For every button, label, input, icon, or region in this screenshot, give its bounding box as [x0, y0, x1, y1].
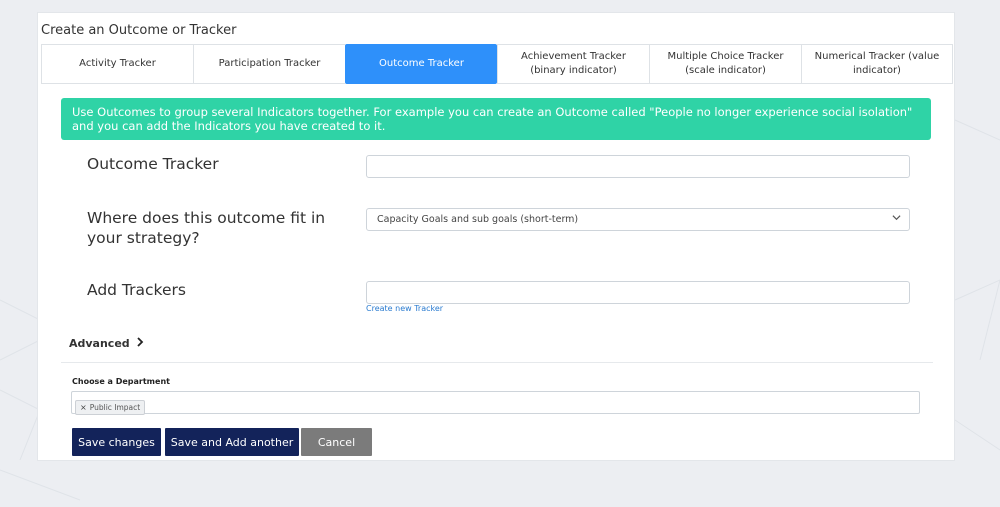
add-trackers-label: Add Trackers: [87, 281, 186, 299]
department-label: Choose a Department: [72, 377, 170, 386]
info-banner: Use Outcomes to group several Indicators…: [61, 98, 931, 140]
dialog-title: Create an Outcome or Tracker: [41, 23, 237, 38]
tab-numerical-label: Numerical Tracker (value indicator): [814, 51, 940, 76]
create-new-tracker-link[interactable]: Create new Tracker: [366, 304, 443, 313]
department-select[interactable]: × Public Impact: [71, 391, 920, 415]
tab-numerical-tracker[interactable]: Numerical Tracker (value indicator): [801, 44, 953, 84]
strategy-select[interactable]: Capacity Goals and sub goals (short-term…: [366, 208, 910, 231]
tracker-type-tabs: Activity Tracker Participation Tracker O…: [41, 44, 953, 84]
outcome-tracker-label: Outcome Tracker: [87, 155, 219, 173]
save-button[interactable]: Save changes: [72, 428, 161, 456]
advanced-label: Advanced: [69, 337, 130, 350]
divider: [61, 362, 933, 363]
outcome-tracker-input[interactable]: [366, 155, 910, 178]
create-outcome-dialog: Create an Outcome or Tracker Activity Tr…: [37, 12, 955, 461]
tab-participation-tracker[interactable]: Participation Tracker: [193, 44, 345, 84]
cancel-button[interactable]: Cancel: [301, 428, 372, 456]
department-tag: × Public Impact: [75, 400, 146, 415]
tab-achievement-tracker[interactable]: Achievement Tracker (binary indicator): [497, 44, 649, 84]
advanced-toggle[interactable]: Advanced: [69, 337, 144, 350]
chevron-right-icon: [136, 337, 144, 350]
department-tag-label: Public Impact: [89, 403, 141, 412]
remove-tag-icon[interactable]: ×: [80, 403, 87, 412]
tab-activity-tracker[interactable]: Activity Tracker: [41, 44, 193, 84]
chevron-down-icon: [892, 213, 901, 225]
strategy-selected-value: Capacity Goals and sub goals (short-term…: [377, 214, 579, 225]
tab-outcome-tracker[interactable]: Outcome Tracker: [345, 44, 497, 84]
add-trackers-input[interactable]: [366, 281, 910, 304]
tab-multiple-choice-label: Multiple Choice Tracker (scale indicator…: [667, 51, 784, 76]
tab-achievement-label: Achievement Tracker (binary indicator): [521, 51, 626, 76]
tab-multiple-choice-tracker[interactable]: Multiple Choice Tracker (scale indicator…: [649, 44, 801, 84]
save-and-add-button[interactable]: Save and Add another: [165, 428, 299, 456]
strategy-label: Where does this outcome fit in your stra…: [87, 209, 326, 247]
